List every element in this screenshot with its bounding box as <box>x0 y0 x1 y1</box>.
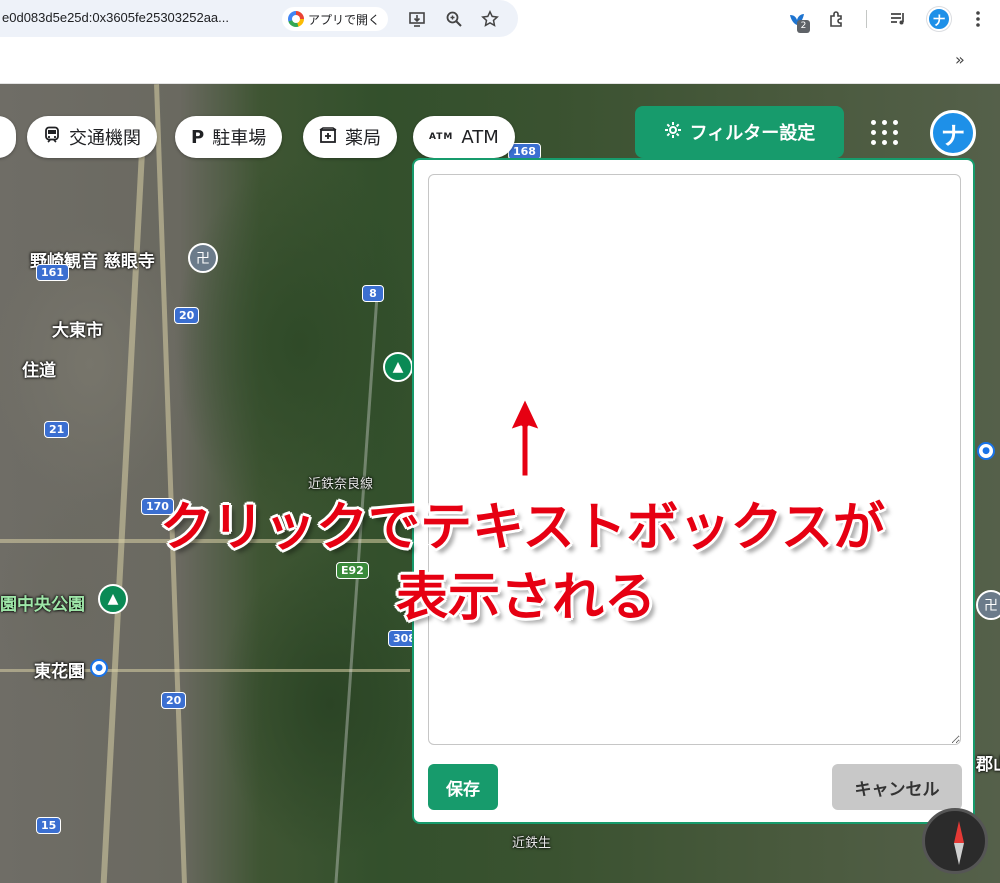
map-label-kintetsu-bottom[interactable]: 近鉄生 <box>512 832 551 851</box>
chip-transit[interactable]: 交通機関 <box>27 116 157 158</box>
filter-settings-label: フィルター設定 <box>689 123 816 144</box>
park-tree-icon[interactable]: ▲ <box>98 584 128 614</box>
map-road <box>154 84 187 883</box>
route-shield: 20 <box>161 692 187 709</box>
chip-parking[interactable]: P 駐車場 <box>175 116 283 158</box>
atm-icon: ATM <box>429 132 454 142</box>
temple-icon[interactable]: 卍 <box>188 243 218 273</box>
open-in-app-label: アプリで開く <box>308 12 381 27</box>
save-button[interactable]: 保存 <box>428 764 498 810</box>
map-rail <box>334 294 379 883</box>
google-logo-icon <box>288 11 304 27</box>
zoom-icon[interactable] <box>443 8 465 30</box>
map-label-park[interactable]: 園中央公園 <box>0 590 85 615</box>
more-bookmarks-chevron-icon[interactable]: » <box>955 50 965 69</box>
park-tree-icon[interactable]: ▲ <box>383 352 413 382</box>
map-label-kori[interactable]: 郡山 <box>976 750 1000 775</box>
map-label-higashi-hanazono[interactable]: 東花園 <box>34 657 85 682</box>
text-editor-popup: 保存 キャンセル <box>412 158 975 824</box>
chip-parking-label: 駐車場 <box>212 128 267 149</box>
route-shield: 21 <box>44 421 70 438</box>
browser-toolbar: e0d083d5e25d:0x3605fe25303252aa... アプリで開… <box>0 0 1000 40</box>
compass-icon[interactable] <box>922 808 988 874</box>
bookmark-star-icon[interactable] <box>479 8 501 30</box>
temple-icon[interactable]: 卍 <box>976 590 1000 620</box>
chip-transit-label: 交通機関 <box>69 128 141 149</box>
route-shield: 161 <box>36 264 69 281</box>
chip-pharmacy-label: 薬局 <box>345 128 381 149</box>
map-label-kintetsu-nara[interactable]: 近鉄奈良線 <box>308 473 373 492</box>
google-apps-icon[interactable] <box>870 117 900 147</box>
map-label-daito[interactable]: 大東市 <box>52 316 103 341</box>
open-in-app-button[interactable]: アプリで開く <box>282 7 389 31</box>
cancel-button[interactable]: キャンセル <box>832 764 962 810</box>
account-avatar[interactable]: ナ <box>930 110 976 156</box>
parking-icon: P <box>191 126 205 148</box>
route-shield: 8 <box>362 285 384 302</box>
media-queue-icon[interactable] <box>885 6 911 32</box>
train-icon <box>43 126 61 149</box>
gear-icon <box>664 121 682 144</box>
kebab-menu-icon[interactable] <box>965 6 991 32</box>
station-icon[interactable]: ● <box>90 659 108 677</box>
profile-avatar[interactable]: ナ <box>927 7 951 31</box>
station-icon[interactable]: ● <box>977 442 995 460</box>
extensions-puzzle-icon[interactable] <box>824 6 850 32</box>
bookmarks-bar: » <box>0 40 1000 84</box>
chip-atm[interactable]: ATM ATM <box>413 116 515 158</box>
filter-settings-button[interactable]: フィルター設定 <box>635 106 844 158</box>
chip-atm-label: ATM <box>461 126 499 148</box>
toolbar-separator <box>866 10 867 28</box>
route-shield: E92 <box>336 562 369 579</box>
route-shield: 20 <box>174 307 200 324</box>
extension-badge: 2 <box>797 20 810 33</box>
install-app-icon[interactable] <box>406 8 428 30</box>
map-label-sumido[interactable]: 住道 <box>22 356 56 381</box>
annotation-text-line2: 表示される <box>396 568 657 628</box>
chip-pharmacy[interactable]: 薬局 <box>303 116 397 158</box>
route-shield: 15 <box>36 817 62 834</box>
url-text[interactable]: e0d083d5e25d:0x3605fe25303252aa... <box>2 10 229 25</box>
pharmacy-icon <box>319 126 337 149</box>
annotation-arrow-icon <box>507 395 543 479</box>
address-bar[interactable]: e0d083d5e25d:0x3605fe25303252aa... アプリで開… <box>0 0 518 37</box>
extension-bird-icon[interactable]: 2 <box>784 6 810 33</box>
annotation-text-line1: クリックでテキストボックスが <box>160 498 885 558</box>
